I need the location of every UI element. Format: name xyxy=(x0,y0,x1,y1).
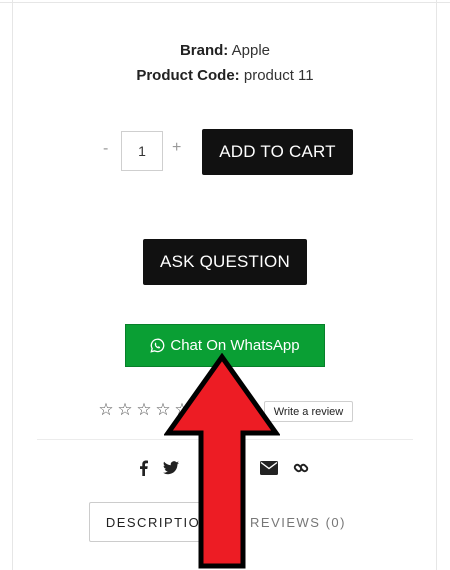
quantity-input[interactable]: 1 xyxy=(121,131,163,171)
star-icon: ☆ xyxy=(136,400,152,419)
frame-top-border xyxy=(0,2,450,3)
add-to-cart-button[interactable]: ADD TO CART xyxy=(202,129,353,175)
frame-right-border xyxy=(436,0,437,570)
brand-line: Brand: Apple xyxy=(0,42,450,59)
product-code-value: product 11 xyxy=(243,67,314,84)
quantity-increase-button[interactable]: + xyxy=(172,139,181,157)
whatsapp-icon xyxy=(150,338,165,353)
whatsapp-button-label: Chat On WhatsApp xyxy=(170,337,300,354)
facebook-icon[interactable] xyxy=(133,459,153,477)
brand-label: Brand: xyxy=(179,42,229,59)
star-icon: ☆ xyxy=(98,400,114,419)
ask-question-button[interactable]: ASK QUESTION xyxy=(143,239,307,285)
frame-left-border xyxy=(12,0,13,570)
brand-value: Apple xyxy=(231,42,271,59)
product-code-label: Product Code: xyxy=(136,67,240,84)
link-icon[interactable] xyxy=(291,459,311,477)
red-arrow-annotation xyxy=(164,353,280,569)
quantity-decrease-button[interactable]: - xyxy=(103,140,108,158)
star-icon: ☆ xyxy=(117,400,133,419)
product-code-line: Product Code: product 11 xyxy=(0,67,450,84)
